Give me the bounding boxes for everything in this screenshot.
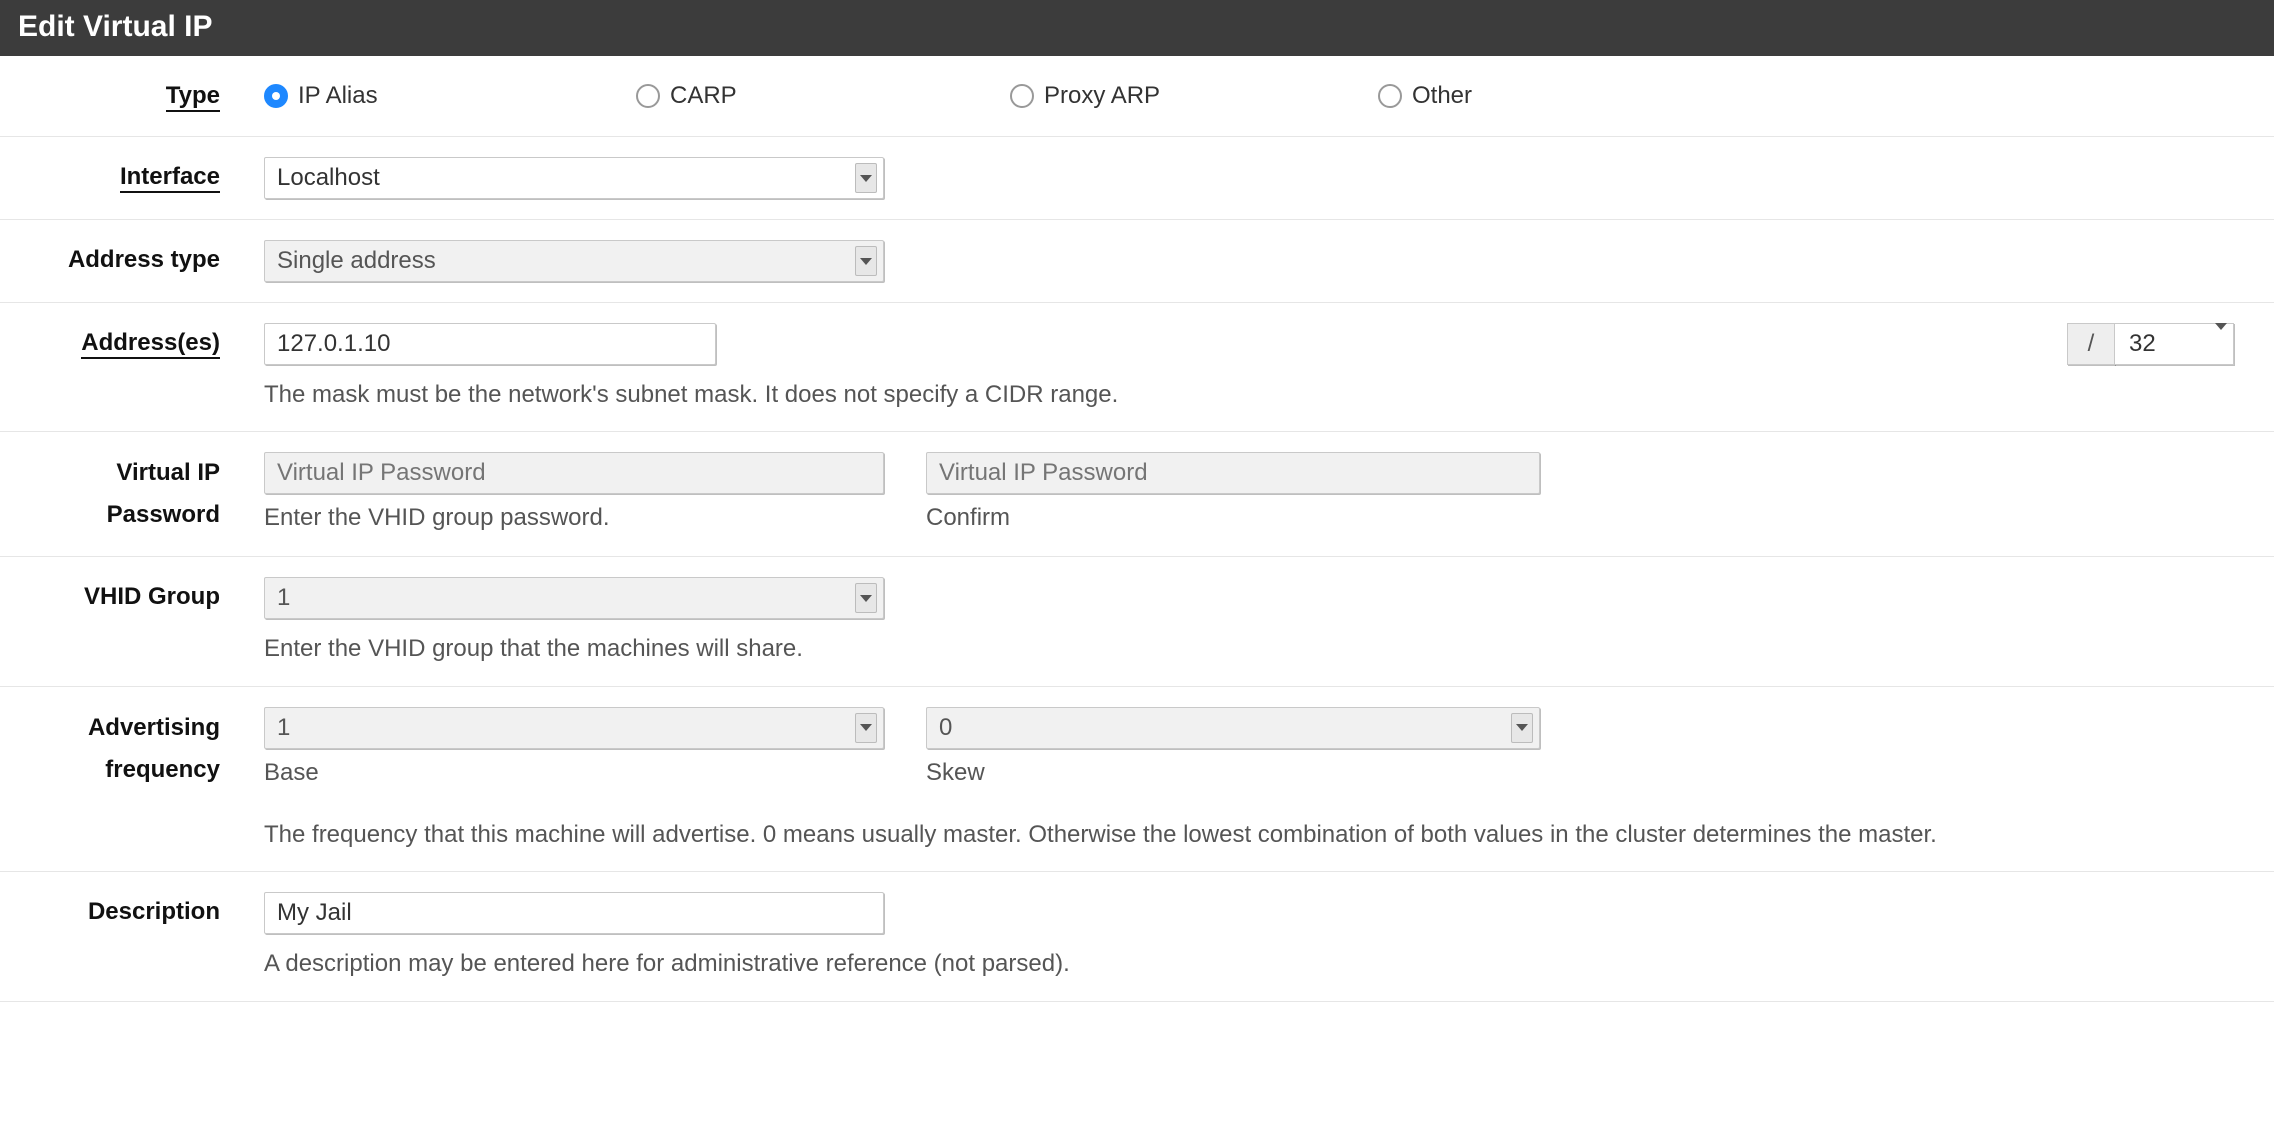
vip-password-confirm-label: Confirm [926, 504, 1540, 532]
row-interface: Interface Localhost [0, 137, 2274, 220]
vhid-value: 1 [277, 584, 290, 612]
row-address-type: Address type Single address [0, 220, 2274, 303]
chevron-down-icon [855, 246, 877, 276]
address-input[interactable] [264, 323, 716, 365]
radio-ip-alias-label: IP Alias [298, 82, 378, 110]
row-vip-password: Virtual IP Password Enter the VHID group… [0, 432, 2274, 557]
chevron-down-icon [2215, 330, 2227, 358]
advfreq-base-label: Base [264, 759, 884, 787]
interface-select-value: Localhost [277, 164, 380, 192]
chevron-down-icon [855, 713, 877, 743]
vip-password-input[interactable] [264, 452, 884, 494]
radio-other[interactable]: Other [1378, 82, 1472, 110]
panel-header: Edit Virtual IP [0, 0, 2274, 56]
address-line: / 32 [264, 323, 2234, 365]
row-vhid: VHID Group 1 Enter the VHID group that t… [0, 557, 2274, 686]
vhid-help: Enter the VHID group that the machines w… [264, 633, 2234, 665]
type-radio-group: IP Alias CARP Proxy ARP Other [264, 76, 2234, 116]
radio-circle-icon [1010, 84, 1034, 108]
vip-password-confirm-input[interactable] [926, 452, 1540, 494]
chevron-down-icon [1511, 713, 1533, 743]
cidr-slash: / [2067, 323, 2115, 365]
radio-circle-icon [636, 84, 660, 108]
row-description: Description A description may be entered… [0, 872, 2274, 1001]
description-input[interactable] [264, 892, 884, 934]
radio-dot-icon [264, 84, 288, 108]
row-addresses: Address(es) / 32 The mask must be the ne… [0, 303, 2274, 432]
label-vhid: VHID Group [0, 577, 264, 617]
radio-carp[interactable]: CARP [636, 82, 1010, 110]
radio-circle-icon [1378, 84, 1402, 108]
advfreq-skew-select[interactable]: 0 [926, 707, 1540, 749]
address-type-value: Single address [277, 247, 436, 275]
cidr-mask-value: 32 [2129, 330, 2156, 358]
vip-password-help: Enter the VHID group password. [264, 504, 884, 532]
radio-ip-alias[interactable]: IP Alias [264, 82, 636, 110]
advfreq-base-select[interactable]: 1 [264, 707, 884, 749]
radio-proxy-arp-label: Proxy ARP [1044, 82, 1160, 110]
cidr-mask-select[interactable]: 32 [2114, 323, 2234, 365]
advfreq-base-value: 1 [277, 714, 290, 742]
label-vip-password: Virtual IP Password [0, 452, 264, 536]
label-addresses: Address(es) [0, 323, 264, 363]
advfreq-skew-label: Skew [926, 759, 1540, 787]
label-address-type: Address type [0, 240, 264, 280]
label-advfreq: Advertising frequency [0, 707, 264, 791]
chevron-down-icon [855, 583, 877, 613]
address-type-select[interactable]: Single address [264, 240, 884, 282]
address-help: The mask must be the network's subnet ma… [264, 379, 2234, 411]
interface-select[interactable]: Localhost [264, 157, 884, 199]
label-interface: Interface [0, 157, 264, 197]
row-advfreq: Advertising frequency 1 Base 0 Skew The … [0, 687, 2274, 872]
radio-other-label: Other [1412, 82, 1472, 110]
vhid-select[interactable]: 1 [264, 577, 884, 619]
row-type: Type IP Alias CARP Proxy ARP Other [0, 56, 2274, 137]
advfreq-help: The frequency that this machine will adv… [264, 819, 2234, 851]
label-type: Type [0, 76, 264, 116]
radio-carp-label: CARP [670, 82, 737, 110]
advfreq-cols: 1 Base 0 Skew [264, 707, 2234, 787]
chevron-down-icon [855, 163, 877, 193]
type-radio-group-wrap: IP Alias CARP Proxy ARP Other [264, 76, 2274, 116]
radio-proxy-arp[interactable]: Proxy ARP [1010, 82, 1378, 110]
advfreq-skew-value: 0 [939, 714, 952, 742]
label-description: Description [0, 892, 264, 932]
panel-title: Edit Virtual IP [18, 10, 213, 43]
vip-password-cols: Enter the VHID group password. Confirm [264, 452, 2234, 532]
description-help: A description may be entered here for ad… [264, 948, 2234, 980]
